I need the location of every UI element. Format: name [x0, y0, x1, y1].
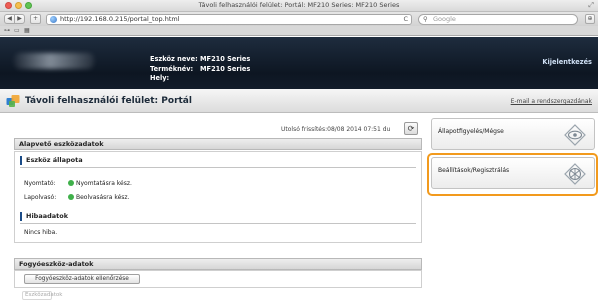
scanner-status-row: Lapolvasó: Beolvasásra kész.: [24, 194, 130, 202]
search-input[interactable]: ⚲ Google: [418, 14, 578, 25]
reading-list-icon[interactable]: ⊶: [4, 27, 10, 35]
refresh-button[interactable]: ⟳: [404, 122, 418, 135]
fullscreen-icon[interactable]: ⤢: [588, 1, 594, 10]
product-name-label: Terméknév:: [150, 64, 194, 73]
device-header: Eszköz neve: MF210 Series Terméknév: MF210…: [0, 37, 598, 89]
bookmarks-bar: ⊶ ▭ ▦: [0, 26, 598, 36]
device-name-label: Eszköz neve:: [150, 55, 198, 63]
site-globe-icon: [50, 16, 57, 23]
browser-titlebar: Távoli felhasználói felület: Portál: MF2…: [0, 0, 598, 12]
eye-icon: [564, 124, 586, 146]
printer-label: Nyomtató:: [24, 180, 56, 187]
browser-toolbar: ◀ ▶ + http://192.168.0.215/portal_top.ht…: [0, 12, 598, 26]
search-icon: ⚲: [423, 15, 428, 23]
consumables-header: Fogyóeszköz-adatok: [14, 258, 422, 270]
location-label: Hely:: [150, 74, 170, 82]
portal-title-bar: Távoli felhasználói felület: Portál E-ma…: [0, 89, 598, 113]
reload-button[interactable]: C: [403, 15, 408, 24]
highlight-frame: [427, 153, 598, 196]
url-text: http://192.168.0.215/portal_top.html: [60, 15, 180, 23]
brand-logo: [14, 53, 94, 69]
divider: [20, 167, 416, 168]
status-ok-dot: [68, 194, 74, 200]
window-title: Távoli felhasználói felület: Portál: MF2…: [198, 1, 400, 9]
device-name-value: MF210 Series: [200, 55, 251, 63]
scanner-status-value: Beolvasásra kész.: [76, 194, 130, 201]
device-status-header: Eszköz állapota: [20, 156, 83, 165]
refresh-icon: ⟳: [407, 124, 415, 133]
bookmarks-book-icon[interactable]: ▭: [14, 27, 20, 35]
portal-home-icon: [6, 95, 20, 107]
page-title: Távoli felhasználói felület: Portál: [25, 96, 192, 106]
divider: [20, 223, 416, 224]
product-name-value: MF210 Series: [200, 64, 251, 73]
check-consumables-button[interactable]: Fogyóeszköz-adatok ellenőrzése: [24, 274, 140, 284]
email-admin-link[interactable]: E-mail a rendszergazdának: [511, 98, 592, 105]
reader-toggle-button[interactable]: ⊕: [585, 14, 595, 24]
error-info-value: Nincs hiba.: [24, 229, 58, 236]
new-tab-button[interactable]: +: [30, 14, 41, 24]
device-info: Eszköz neve: MF210 Series Terméknév: MF210…: [150, 55, 250, 84]
top-sites-grid-icon[interactable]: ▦: [24, 27, 30, 35]
device-info-button[interactable]: Eszközadatok: [22, 291, 62, 300]
error-info-header: Hibaadatok: [20, 212, 68, 221]
address-bar[interactable]: http://192.168.0.215/portal_top.html C: [46, 14, 412, 25]
side-item-label: Állapotfigyelés/Mégse: [438, 128, 504, 135]
logout-link[interactable]: Kijelentkezés: [542, 58, 592, 66]
search-placeholder: Google: [433, 15, 456, 23]
status-ok-dot: [68, 180, 74, 186]
status-monitor-cancel-button[interactable]: Állapotfigyelés/Mégse: [431, 118, 595, 150]
forward-button[interactable]: ▶: [14, 14, 25, 24]
basic-info-header: Alapvető eszközadatok: [14, 138, 422, 150]
scanner-label: Lapolvasó:: [24, 194, 57, 201]
printer-status-row: Nyomtató: Nyomtatásra kész.: [24, 180, 132, 188]
printer-status-value: Nyomtatásra kész.: [76, 180, 132, 187]
last-updated-text: Utolsó frissítés:08/08 2014 07:51 du: [281, 126, 391, 133]
